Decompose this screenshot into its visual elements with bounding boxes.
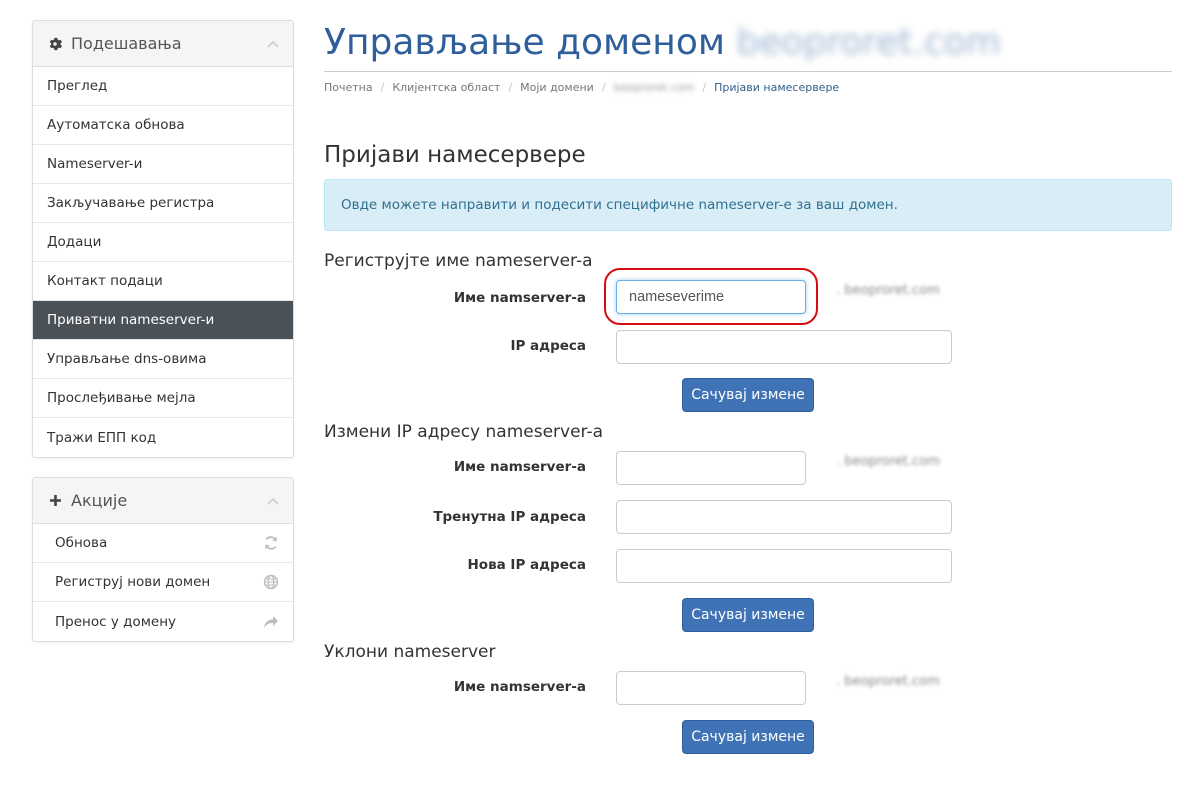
section-title: Пријави намесервере [324,142,586,168]
register-name-label: Име namserver-а [453,290,586,306]
register-domain-suffix: . beoproret.com [836,283,940,298]
sidebar-item-email-forwarding[interactable]: Прослеђивање мејла [33,379,293,418]
modify-save-button[interactable]: Сачувај измене [682,598,814,632]
action-renew-label: Обнова [55,535,108,551]
breadcrumb-separator: / [601,81,606,94]
modify-new-ip-input[interactable] [616,549,952,583]
chevron-up-icon[interactable] [267,37,279,51]
action-register-domain-label: Региструј нови домен [55,574,211,590]
register-ip-input[interactable] [616,330,952,364]
breadcrumb-current: Пријави намесервере [714,81,840,94]
sidebar-item-auto-renew[interactable]: Аутоматска обнова [33,106,293,145]
breadcrumb-separator: / [702,81,707,94]
remove-domain-suffix: . beoproret.com [836,674,940,689]
share-arrow-icon [263,615,279,629]
page-title: Управљање доменом beoproret.com [324,22,1001,63]
action-renew[interactable]: Обнова [33,524,293,563]
sidebar-item-addons[interactable]: Додаци [33,223,293,262]
info-alert-text: Овде можете направити и подесити специфи… [341,197,898,213]
sidebar-item-dns-management[interactable]: Управљање dns-овима [33,340,293,379]
breadcrumb-client-area[interactable]: Клијентска област [392,81,500,94]
page-title-domain: beoproret.com [736,22,1001,63]
actions-panel-title: Акције [71,491,128,510]
info-alert: Овде можете направити и подесити специфи… [324,179,1172,231]
modify-new-ip-label: Нова IP адреса [467,557,587,573]
breadcrumb: Почетна / Клијентска област / Моји домен… [324,81,839,94]
globe-icon [263,574,279,590]
action-transfer-domain[interactable]: Пренос у домену [33,602,293,641]
settings-panel-title: Подешавања [71,34,182,53]
register-save-button[interactable]: Сачувај измене [682,378,814,412]
sidebar-item-registrar-lock[interactable]: Закључавање регистра [33,184,293,223]
sidebar-item-overview[interactable]: Преглед [33,67,293,106]
modify-name-label: Име namserver-а [453,459,586,475]
modify-current-ip-label: Тренутна IP адреса [433,509,586,525]
plus-icon [47,494,63,507]
actions-panel-heading[interactable]: Акције [33,478,293,524]
breadcrumb-separator: / [380,81,385,94]
remove-section-title: Уклони nameserver [324,642,496,662]
action-transfer-domain-label: Пренос у домену [55,613,177,630]
breadcrumb-separator: / [508,81,513,94]
modify-domain-suffix: . beoproret.com [836,454,940,469]
sidebar-item-nameservers[interactable]: Nameserver-и [33,145,293,184]
remove-name-label: Име namserver-а [453,679,586,695]
sidebar-item-epp-code[interactable]: Тражи ЕПП код [33,418,293,457]
remove-save-button[interactable]: Сачувај измене [682,720,814,754]
page-title-text: Управљање доменом [324,22,726,63]
modify-current-ip-input[interactable] [616,500,952,534]
settings-panel: Подешавања Преглед Аутоматска обнова Nam… [32,20,294,458]
breadcrumb-home[interactable]: Почетна [324,81,373,94]
register-section-title: Региструјте име nameserver-а [324,251,593,271]
remove-name-input[interactable] [616,671,806,705]
gear-icon [47,37,63,51]
title-divider [324,71,1172,72]
breadcrumb-my-domains[interactable]: Моји домени [520,81,594,94]
sidebar-item-contact-info[interactable]: Контакт подаци [33,262,293,301]
register-name-input[interactable] [616,280,806,314]
modify-name-input[interactable] [616,451,806,485]
modify-section-title: Измени IP адресу nameserver-а [324,422,603,442]
chevron-up-icon[interactable] [267,494,279,508]
sidebar-item-private-nameservers[interactable]: Приватни nameserver-и [33,301,293,340]
refresh-icon [263,535,279,551]
breadcrumb-domain[interactable]: beoproret.com [614,81,695,94]
actions-panel: Акције Обнова Региструј нови домен Прено… [32,477,294,642]
register-ip-label: IP адреса [510,338,586,354]
action-register-domain[interactable]: Региструј нови домен [33,563,293,602]
settings-panel-heading[interactable]: Подешавања [33,21,293,67]
